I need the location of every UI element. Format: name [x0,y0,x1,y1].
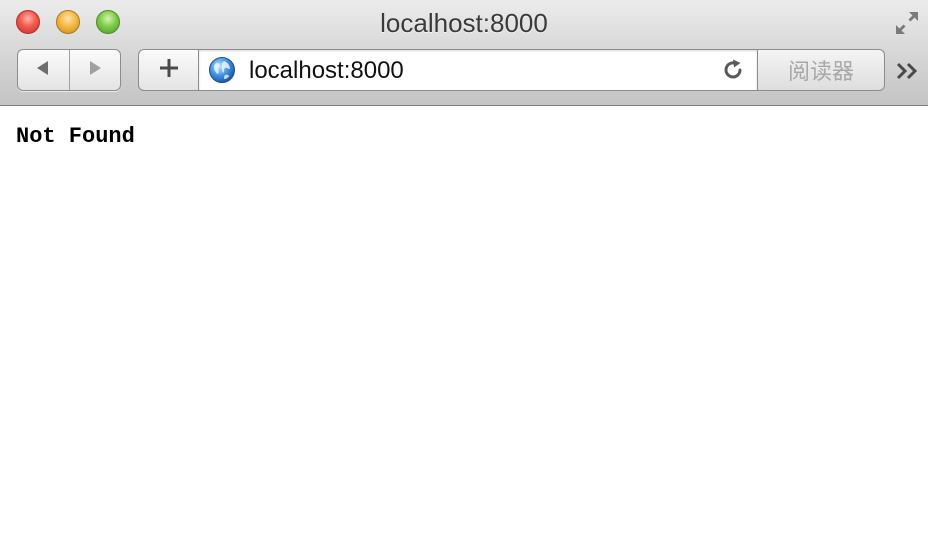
zoom-window-button[interactable] [96,10,120,34]
back-button[interactable] [18,50,69,90]
address-bar[interactable]: localhost:8000 [198,49,758,91]
page-content: Not Found [0,106,928,560]
back-forward-control [17,49,121,91]
fullscreen-icon[interactable] [892,8,922,38]
browser-window: localhost:8000 localhost:8000 阅读器 Not Fo… [0,0,928,560]
close-window-button[interactable] [16,10,40,34]
address-field-text: localhost:8000 [249,57,404,84]
reload-icon[interactable] [721,58,745,82]
globe-icon [208,56,236,84]
reader-button[interactable]: 阅读器 [757,49,885,91]
chevron-double-right-icon[interactable] [893,56,923,86]
forward-button[interactable] [68,50,121,90]
add-bookmark-button[interactable] [138,49,198,91]
minimize-window-button[interactable] [56,10,80,34]
not-found-message: Not Found [16,124,135,149]
browser-toolbar: localhost:8000 localhost:8000 阅读器 [0,0,928,106]
plus-icon [158,57,180,84]
back-arrow-icon [33,58,53,83]
forward-arrow-icon [85,58,105,83]
window-title: localhost:8000 [380,8,548,38]
